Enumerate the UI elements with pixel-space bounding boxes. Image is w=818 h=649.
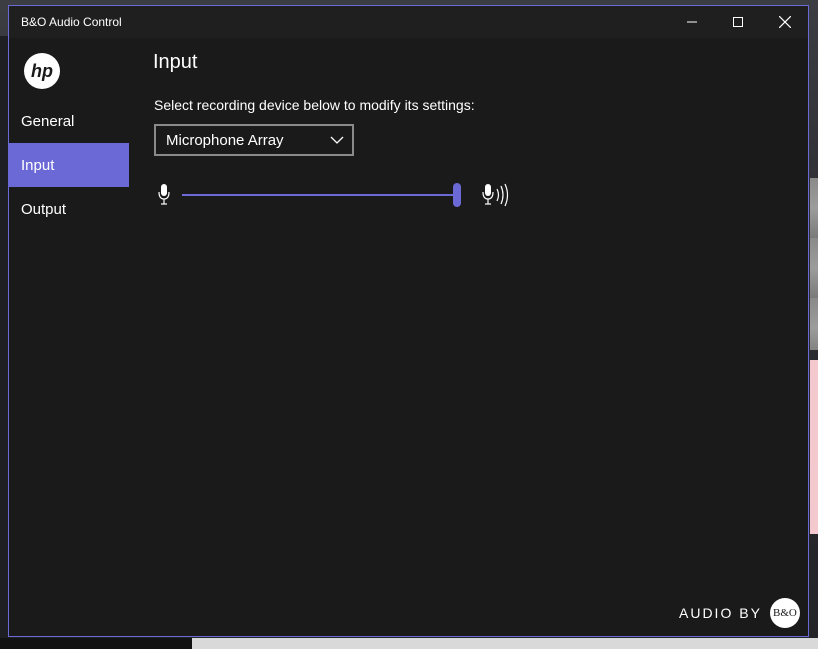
minimize-button[interactable] <box>669 6 715 38</box>
maximize-icon <box>733 17 743 27</box>
background-taskbar-left <box>0 638 192 649</box>
input-volume-slider[interactable] <box>182 183 461 207</box>
slider-thumb[interactable] <box>453 183 461 207</box>
device-select-label: Select recording device below to modify … <box>154 97 475 113</box>
microphone-icon <box>158 184 170 205</box>
sidebar-item-input[interactable]: Input <box>9 143 129 187</box>
selected-device: Microphone Array <box>166 131 284 149</box>
sidebar-item-label: Input <box>21 156 55 174</box>
slider-fill <box>182 194 457 196</box>
maximize-button[interactable] <box>715 6 761 38</box>
sidebar: hp General Input Output <box>9 38 129 636</box>
window-title: B&O Audio Control <box>21 15 122 29</box>
sidebar-item-general[interactable]: General <box>9 99 129 143</box>
sidebar-item-label: Output <box>21 200 67 218</box>
bo-logo-text: B&O <box>772 607 797 619</box>
microphone-loud-icon <box>482 183 509 207</box>
background-window-edge-right <box>810 178 818 350</box>
sidebar-item-label: General <box>21 112 75 130</box>
close-icon <box>779 16 791 28</box>
recording-device-select[interactable]: Microphone Array <box>154 124 354 156</box>
brand-text: AUDIO BY <box>679 605 762 621</box>
brand-footer: AUDIO BY B&O <box>679 598 800 628</box>
minimize-icon <box>687 21 697 23</box>
chevron-down-icon <box>330 136 344 144</box>
svg-text:hp: hp <box>31 61 53 81</box>
app-window: B&O Audio Control hp General Input Outpu… <box>8 5 809 637</box>
background-window-edge-right-pink <box>810 360 818 534</box>
close-button[interactable] <box>762 6 808 38</box>
page-title: Input <box>153 51 198 73</box>
bo-logo: B&O <box>769 598 800 628</box>
background-taskbar-right <box>192 638 818 649</box>
hp-logo: hp <box>23 52 61 90</box>
sidebar-item-output[interactable]: Output <box>9 187 129 231</box>
title-bar[interactable]: B&O Audio Control <box>9 6 808 38</box>
